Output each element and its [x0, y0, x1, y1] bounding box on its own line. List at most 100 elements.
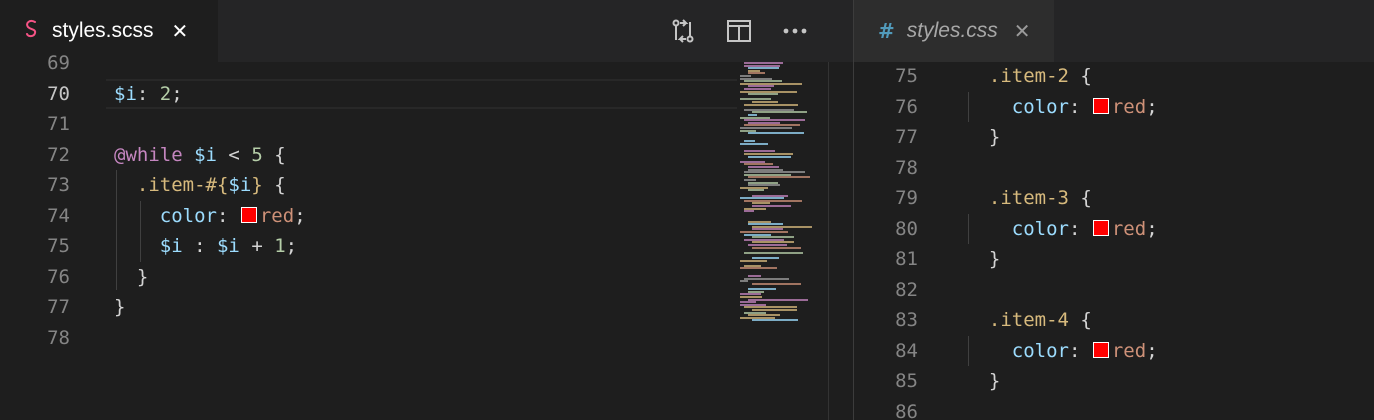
- line-code: color: red;: [966, 92, 1158, 122]
- line-code: }: [966, 122, 1000, 152]
- code-token: }: [114, 265, 149, 288]
- code-line[interactable]: 75 $i : $i + 1;: [0, 231, 853, 261]
- code-editor[interactable]: 69 70 $i: 2; 71 72 @while $i < 5 {73 .item-#{…: [0, 52, 853, 420]
- code-editor[interactable]: 75 .item-2 {76 color: red; 77 } 78 79 .item…: [854, 62, 1374, 420]
- line-code: $i: 2;: [114, 79, 183, 109]
- code-line[interactable]: 81 }: [854, 244, 1374, 274]
- code-line[interactable]: 82: [854, 275, 1374, 305]
- line-number: 78: [895, 156, 918, 179]
- indent-guide: [116, 170, 117, 290]
- color-swatch[interactable]: [240, 206, 257, 223]
- line-code: color: red;: [966, 214, 1158, 244]
- code-line[interactable]: 78: [0, 323, 853, 353]
- line-code: $i : $i + 1;: [114, 231, 297, 261]
- color-swatch[interactable]: [1092, 219, 1109, 236]
- line-number: 74: [47, 204, 70, 227]
- code-token: ;: [171, 82, 183, 105]
- close-icon[interactable]: ✕: [172, 19, 189, 44]
- line-number: 77: [895, 126, 918, 148]
- line-code: }: [966, 244, 1000, 274]
- code-token: red: [1111, 339, 1147, 362]
- code-token: ;: [1146, 217, 1158, 240]
- line-number: 78: [47, 326, 70, 349]
- close-icon[interactable]: ✕: [1014, 19, 1031, 44]
- code-token: $i: [194, 143, 217, 166]
- code-line[interactable]: 75 .item-2 {: [854, 61, 1374, 91]
- line-number: 84: [895, 339, 918, 362]
- code-token: }: [114, 296, 126, 318]
- code-line[interactable]: 84 color: red;: [854, 336, 1374, 366]
- code-token: $i: [114, 82, 137, 105]
- line-code: @while $i < 5 {: [114, 140, 286, 170]
- code-token: $i: [228, 174, 252, 196]
- code-line[interactable]: 72 @while $i < 5 {: [0, 140, 853, 170]
- code-line[interactable]: 76 }: [0, 262, 853, 292]
- code-token: :: [182, 235, 217, 257]
- code-token: }: [966, 126, 1001, 148]
- code-token: 2: [159, 82, 172, 105]
- code-token: ;: [285, 235, 298, 257]
- code-line[interactable]: 73 .item-#{$i} {: [0, 170, 853, 200]
- left-editor-group: styles.scss ✕ 69 70 $i: 2; 71 72 @while …: [0, 0, 853, 420]
- code-token: }: [966, 248, 1001, 270]
- code-token: .item-4: [988, 309, 1069, 331]
- code-token: color: [159, 204, 217, 227]
- code-token: }: [966, 370, 1001, 392]
- right-tab-bar: # styles.css ✕: [854, 0, 1374, 62]
- line-number: 72: [47, 143, 70, 166]
- tab-label: styles.css: [906, 19, 998, 42]
- code-token: :: [136, 82, 160, 105]
- indent-guide: [140, 201, 141, 262]
- line-number: 76: [895, 95, 918, 118]
- color-swatch[interactable]: [1092, 341, 1109, 358]
- line-code: color: red;: [966, 336, 1158, 366]
- code-token: {: [1068, 187, 1092, 209]
- line-number: 70: [47, 82, 70, 105]
- code-line[interactable]: 83 .item-4 {: [854, 305, 1374, 335]
- line-code: .item-4 {: [966, 305, 1092, 335]
- line-number: 75: [895, 65, 918, 87]
- code-line[interactable]: 74 color: red;: [0, 201, 853, 231]
- color-swatch[interactable]: [1092, 97, 1109, 114]
- line-code: }: [114, 292, 125, 322]
- code-token: ;: [1146, 95, 1158, 118]
- line-number: 83: [895, 309, 918, 331]
- code-token: .item-3: [988, 187, 1069, 209]
- code-token: :: [1068, 95, 1092, 118]
- code-line[interactable]: 70 $i: 2;: [0, 78, 853, 109]
- code-token: ;: [1146, 339, 1158, 362]
- code-line[interactable]: 78: [854, 153, 1374, 183]
- line-code: color: red;: [114, 201, 306, 231]
- code-line[interactable]: 69: [0, 48, 853, 78]
- code-token: color: [1011, 217, 1069, 240]
- code-line[interactable]: 80 color: red;: [854, 214, 1374, 244]
- indent-guide: [968, 214, 969, 244]
- code-line[interactable]: 77}: [0, 292, 853, 322]
- code-line[interactable]: 71: [0, 109, 853, 139]
- code-line[interactable]: 76 color: red;: [854, 92, 1374, 122]
- code-token: color: [1011, 95, 1069, 118]
- code-token: {: [262, 143, 286, 166]
- code-line[interactable]: 86: [854, 397, 1374, 420]
- line-code: }: [966, 366, 1000, 396]
- code-line[interactable]: 77 }: [854, 122, 1374, 152]
- code-line[interactable]: 85 }: [854, 366, 1374, 396]
- code-token: $i: [159, 235, 183, 257]
- line-number: 80: [895, 217, 918, 240]
- code-token: :: [1068, 339, 1092, 362]
- code-token: {: [1068, 309, 1092, 331]
- code-line[interactable]: 79 .item-3 {: [854, 183, 1374, 213]
- css-hash-icon: #: [878, 19, 895, 43]
- code-token: $i: [216, 235, 240, 257]
- line-number: 85: [895, 370, 918, 392]
- code-token: 5: [251, 143, 263, 166]
- tab-styles-css[interactable]: # styles.css ✕: [854, 0, 1054, 62]
